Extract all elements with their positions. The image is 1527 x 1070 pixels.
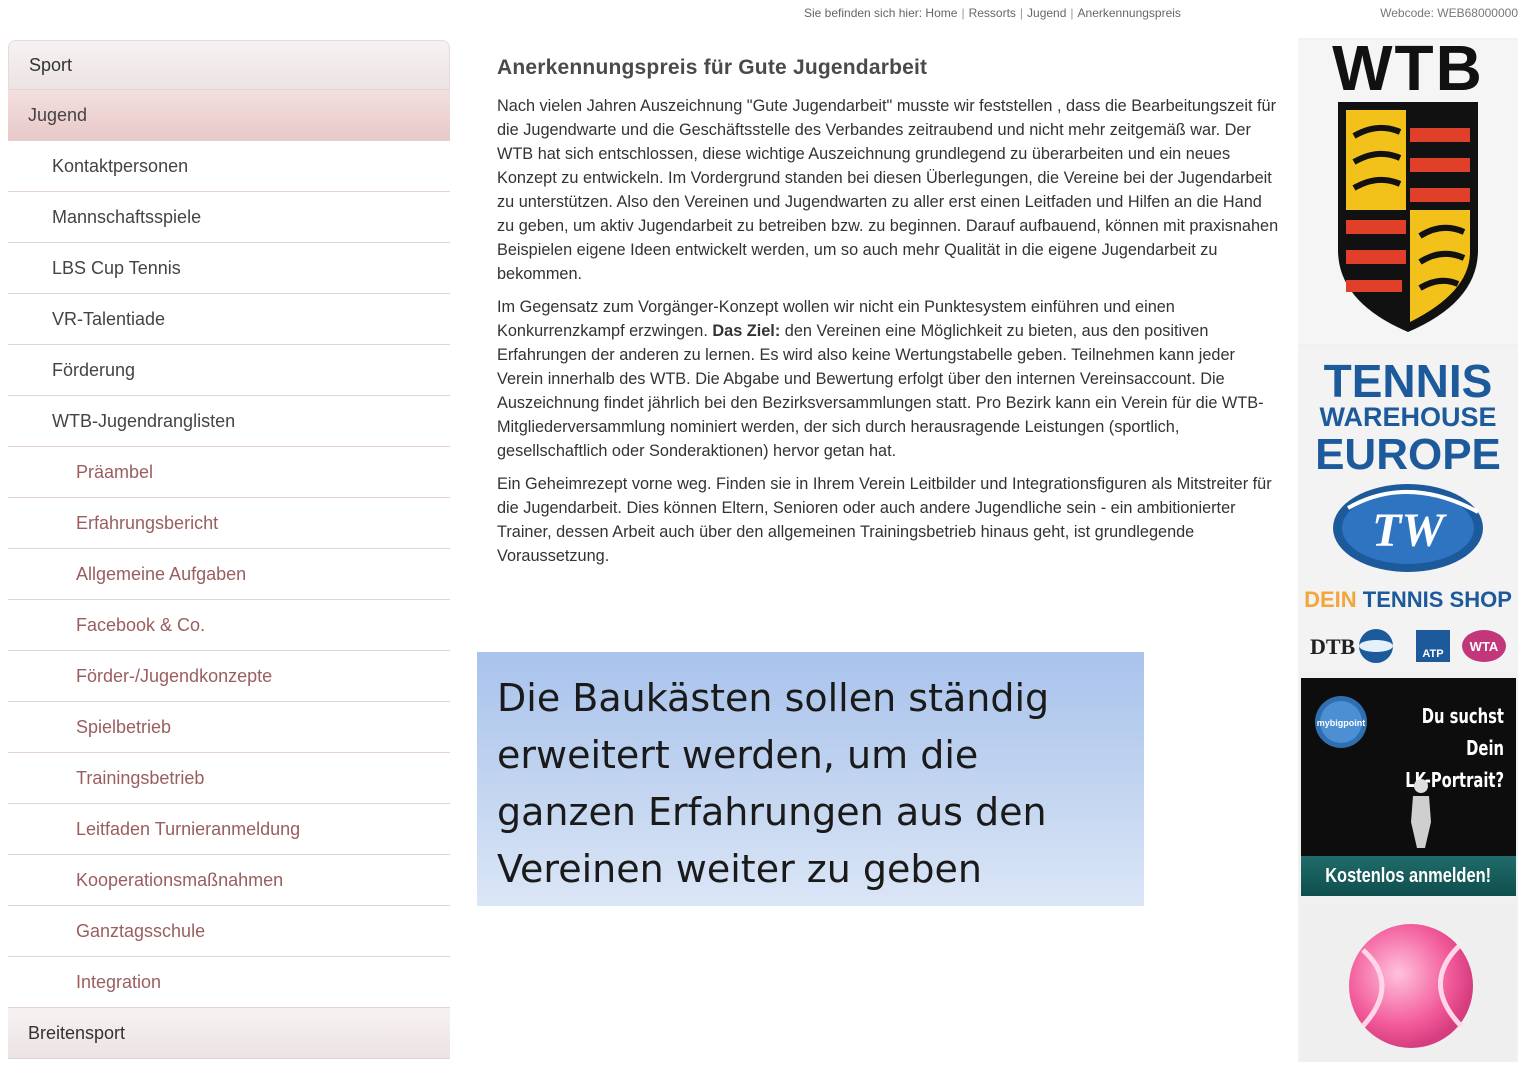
sidebar-item-label: Kontaktpersonen bbox=[52, 156, 189, 176]
sidebar-item-jugend[interactable]: Jugend bbox=[8, 90, 450, 141]
callout-box: Die Baukästen sollen ständig erweitert w… bbox=[477, 652, 1144, 906]
sidebar-item-label: Jugend bbox=[28, 105, 88, 125]
sidebar-item-label: Mannschaftsspiele bbox=[52, 207, 202, 227]
ad-column: WTB TENNIS WAREHOUSE EUROPE TW DEIN TENN… bbox=[1298, 32, 1518, 1062]
paragraph-text: den Vereinen eine Möglichkeit zu bieten,… bbox=[497, 322, 1264, 460]
article: Anerkennungspreis für Gute Jugendarbeit … bbox=[497, 56, 1282, 577]
sidebar-item-spielbetrieb[interactable]: Spielbetrieb bbox=[8, 702, 450, 753]
tw-emblem-icon: TW bbox=[1333, 484, 1483, 572]
tennis-ball-ad[interactable] bbox=[1301, 904, 1516, 1062]
sidebar-item-label: Integration bbox=[76, 972, 162, 992]
twe-line3: EUROPE bbox=[1315, 430, 1501, 479]
sidebar-item-ganztagsschule[interactable]: Ganztagsschule bbox=[8, 906, 450, 957]
sidebar-item-kontaktpersonen[interactable]: Kontaktpersonen bbox=[8, 141, 450, 192]
sidebar-item-foerderung[interactable]: Förderung bbox=[8, 345, 450, 396]
breadcrumb-separator: | bbox=[1070, 6, 1074, 20]
sidebar-item-foerder-jugendkonzepte[interactable]: Förder-/Jugendkonzepte bbox=[8, 651, 450, 702]
sidebar-nav: Sport Jugend Kontaktpersonen Mannschafts… bbox=[8, 40, 450, 1070]
sidebar-item-integration[interactable]: Integration bbox=[8, 957, 450, 1008]
sidebar-item-label: Ganztagsschule bbox=[76, 921, 206, 941]
sidebar-item-label: Förderung bbox=[52, 360, 136, 380]
sidebar-item-label: Facebook & Co. bbox=[76, 615, 206, 635]
lk-headline-line1: Du suchst Dein bbox=[1421, 704, 1504, 760]
sidebar-item-allgemeine-aufgaben[interactable]: Allgemeine Aufgaben bbox=[8, 549, 450, 600]
sidebar-item-erfahrungsbericht[interactable]: Erfahrungsbericht bbox=[8, 498, 450, 549]
wtb-crest-icon: WTB bbox=[1332, 32, 1484, 332]
top-bar: Sie befinden sich hier: Home | Ressorts | Ju… bbox=[0, 0, 1527, 28]
mybigpoint-badge-icon: mybigpoint bbox=[1315, 696, 1367, 748]
twe-shop-rest: TENNIS SHOP bbox=[1362, 587, 1512, 612]
twe-shop-dein: DEIN bbox=[1304, 587, 1357, 612]
sidebar-item-trainingsbetrieb[interactable]: Trainingsbetrieb bbox=[8, 753, 450, 804]
wtb-logo-ad[interactable]: WTB bbox=[1298, 32, 1518, 344]
partner-logos-icon: DTB ATP WTA bbox=[1310, 629, 1506, 663]
article-paragraph: Im Gegensatz zum Vorgänger-Konzept wolle… bbox=[497, 295, 1282, 463]
lk-cta-label: Kostenlos anmelden! bbox=[1325, 865, 1492, 887]
breadcrumb-separator: | bbox=[961, 6, 965, 20]
lk-portrait-ad[interactable]: mybigpoint Du suchst Dein LK-Portrait? K… bbox=[1301, 678, 1516, 896]
sidebar-item-label: Präambel bbox=[76, 462, 154, 482]
twe-line1: TENNIS bbox=[1323, 355, 1493, 407]
lk-cta-button[interactable]: Kostenlos anmelden! bbox=[1301, 856, 1516, 896]
sidebar-item-sport[interactable]: Sport bbox=[8, 40, 450, 90]
page-title: Anerkennungspreis für Gute Jugendarbeit bbox=[497, 56, 928, 79]
sidebar-item-label: Kooperationsmaßnahmen bbox=[76, 870, 284, 890]
paragraph-emphasis: Das Ziel: bbox=[712, 322, 781, 340]
webcode: Webcode: WEB68000000 bbox=[1380, 6, 1518, 20]
sidebar-item-vr-talentiade[interactable]: VR-Talentiade bbox=[8, 294, 450, 345]
twe-shop-label: DEIN TENNIS SHOP bbox=[1298, 587, 1518, 613]
breadcrumb-separator: | bbox=[1019, 6, 1024, 20]
sidebar-item-label: Spielbetrieb bbox=[76, 717, 172, 737]
wtb-logo-text: WTB bbox=[1332, 40, 1484, 104]
article-paragraph: Ein Geheimrezept vorne weg. Finden sie i… bbox=[497, 475, 1272, 565]
sidebar-item-wtb-jugendranglisten[interactable]: WTB-Jugendranglisten bbox=[8, 396, 450, 447]
tennis-ball-icon bbox=[1349, 924, 1473, 1048]
sidebar-item-kooperationsmassnahmen[interactable]: Kooperationsmaßnahmen bbox=[8, 855, 450, 906]
breadcrumb-current[interactable]: Anerkennungspreis bbox=[1078, 6, 1181, 20]
sidebar-item-label: Leitfaden Turnieranmeldung bbox=[76, 819, 301, 839]
sidebar-item-facebook-co[interactable]: Facebook & Co. bbox=[8, 600, 450, 651]
sidebar-item-label: Erfahrungsbericht bbox=[76, 513, 219, 533]
sidebar-item-label: Allgemeine Aufgaben bbox=[76, 564, 247, 584]
breadcrumb-prefix: Sie befinden sich hier: bbox=[804, 6, 923, 20]
sidebar-item-label: LBS Cup Tennis bbox=[52, 258, 181, 278]
sidebar-item-label: WTB-Jugendranglisten bbox=[52, 411, 236, 431]
sidebar-item-label: Förder-/Jugendkonzepte bbox=[76, 666, 273, 686]
sidebar-item-lbs-cup-tennis[interactable]: LBS Cup Tennis bbox=[8, 243, 450, 294]
svg-text:WTA: WTA bbox=[1470, 639, 1499, 654]
svg-text:mybigpoint: mybigpoint bbox=[1317, 718, 1366, 728]
tennis-warehouse-ad[interactable]: TENNIS WAREHOUSE EUROPE TW DEIN TENNIS S… bbox=[1298, 350, 1518, 672]
player-silhouette-icon bbox=[1411, 779, 1431, 848]
breadcrumb: Sie befinden sich hier: Home | Ressorts | Ju… bbox=[804, 6, 1181, 20]
sidebar-item-mannschaftsspiele[interactable]: Mannschaftsspiele bbox=[8, 192, 450, 243]
svg-text:TW: TW bbox=[1372, 504, 1447, 557]
sidebar-item-leitfaden-turnieranmeldung[interactable]: Leitfaden Turnieranmeldung bbox=[8, 804, 450, 855]
twe-line2: WAREHOUSE bbox=[1319, 402, 1497, 432]
sidebar-item-breitensport[interactable]: Breitensport bbox=[8, 1008, 450, 1059]
sidebar-item-label: VR-Talentiade bbox=[52, 309, 166, 329]
breadcrumb-ressorts[interactable]: Ressorts bbox=[969, 6, 1016, 20]
breadcrumb-jugend[interactable]: Jugend bbox=[1027, 6, 1066, 20]
article-paragraph: Nach vielen Jahren Auszeichnung "Gute Ju… bbox=[497, 97, 1279, 283]
svg-text:DTB: DTB bbox=[1310, 634, 1356, 659]
sidebar-item-label: Breitensport bbox=[28, 1023, 126, 1043]
sidebar-item-praeambel[interactable]: Präambel bbox=[8, 447, 450, 498]
sidebar-item-label: Sport bbox=[29, 55, 73, 75]
breadcrumb-home[interactable]: Home bbox=[925, 6, 957, 20]
svg-text:ATP: ATP bbox=[1422, 648, 1443, 660]
sidebar-item-label: Trainingsbetrieb bbox=[76, 768, 205, 788]
